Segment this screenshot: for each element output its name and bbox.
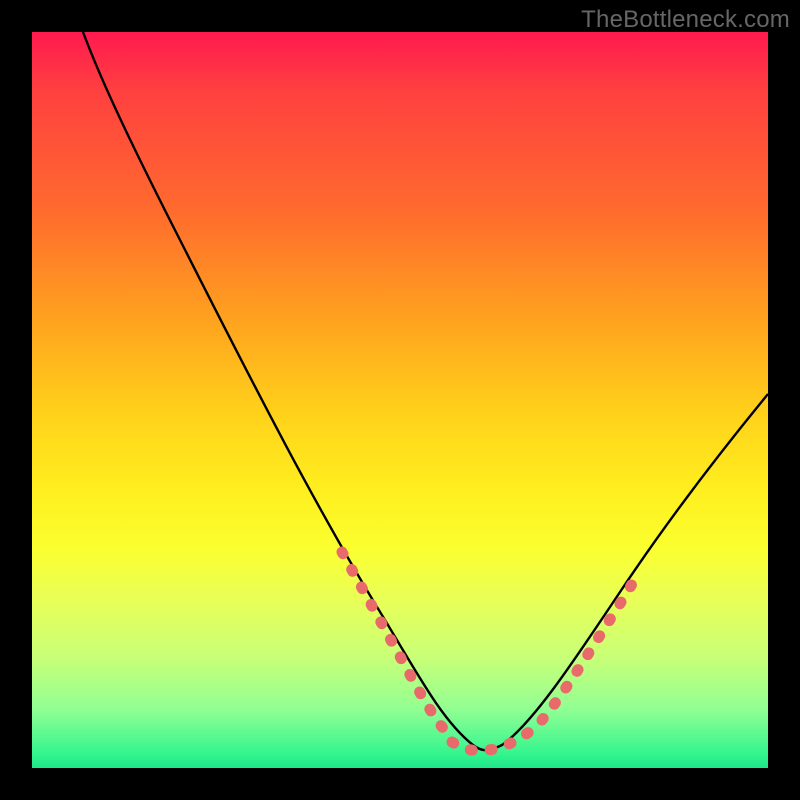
- dots-left: [342, 552, 452, 738]
- chart-frame: TheBottleneck.com: [0, 0, 800, 800]
- curve-path: [83, 32, 768, 750]
- bottleneck-curve: [32, 32, 768, 768]
- plot-area: [32, 32, 768, 768]
- dots-right: [542, 584, 632, 720]
- watermark-text: TheBottleneck.com: [581, 6, 790, 34]
